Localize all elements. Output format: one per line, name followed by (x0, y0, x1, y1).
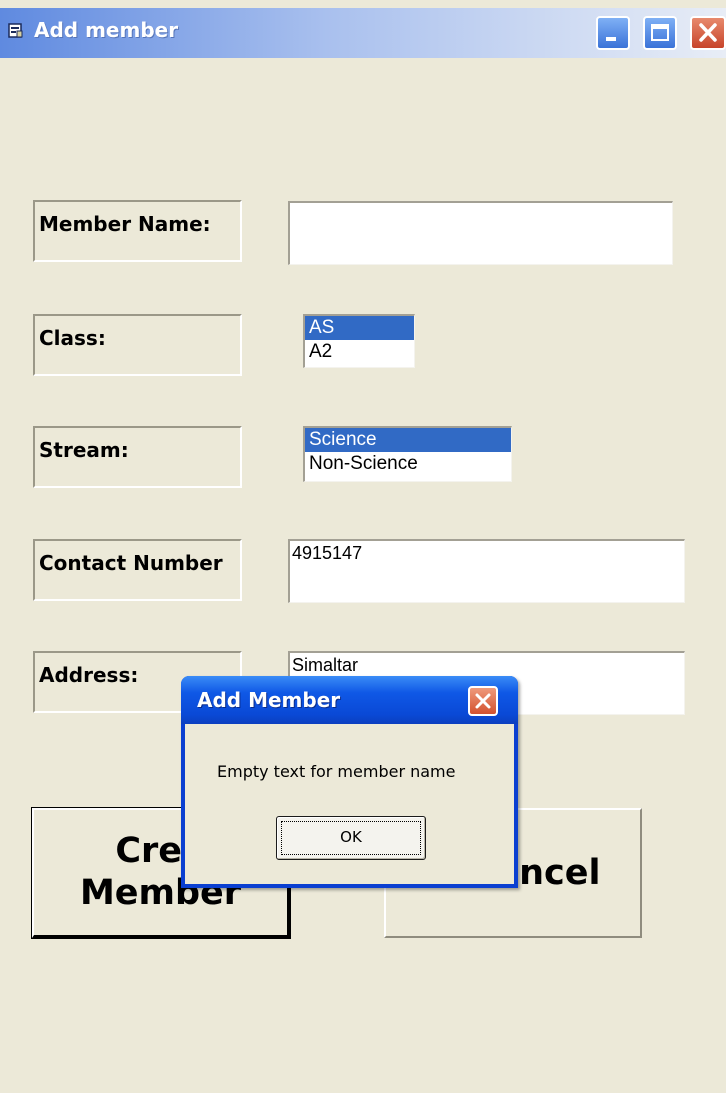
contact-number-input[interactable]: 4915147 (288, 539, 685, 603)
class-listbox[interactable]: AS A2 (303, 314, 415, 368)
class-option-as[interactable]: AS (305, 316, 414, 340)
class-label-text: Class: (39, 326, 106, 350)
window-titlebar[interactable]: Add member (0, 8, 726, 58)
stream-label-text: Stream: (39, 438, 129, 462)
close-icon (475, 693, 491, 709)
add-member-dialog: Add Member Empty text for member name OK (181, 676, 518, 888)
dialog-close-button[interactable] (468, 686, 498, 716)
class-label: Class: (33, 314, 242, 376)
ok-button[interactable]: OK (276, 816, 426, 860)
add-member-window: Add member Member Name: Class: AS A2 Str… (0, 0, 726, 1093)
focus-rectangle (281, 821, 421, 855)
member-name-label: Member Name: (33, 200, 242, 262)
contact-number-value: 4915147 (292, 543, 363, 563)
dialog-body: Empty text for member name OK (185, 724, 514, 884)
app-window-icon (8, 23, 23, 38)
stream-listbox[interactable]: Science Non-Science (303, 426, 512, 482)
dialog-titlebar[interactable]: Add Member (181, 676, 518, 724)
window-title: Add member (34, 18, 179, 42)
stream-label: Stream: (33, 426, 242, 488)
member-name-input[interactable] (288, 201, 673, 265)
contact-number-label-text: Contact Number (39, 551, 223, 575)
class-option-a2[interactable]: A2 (305, 340, 414, 364)
stream-option-non-science[interactable]: Non-Science (305, 452, 511, 476)
address-label-text: Address: (39, 663, 139, 687)
close-icon (699, 23, 717, 42)
minimize-icon (606, 37, 616, 41)
contact-number-label: Contact Number (33, 539, 242, 601)
dialog-title: Add Member (197, 688, 341, 712)
close-button[interactable] (690, 16, 726, 50)
minimize-button[interactable] (596, 16, 630, 50)
dialog-message: Empty text for member name (217, 762, 456, 781)
maximize-icon (651, 24, 669, 41)
address-value: Simaltar (292, 655, 359, 675)
stream-option-science[interactable]: Science (305, 428, 511, 452)
member-name-label-text: Member Name: (39, 212, 211, 236)
maximize-button[interactable] (643, 16, 677, 50)
